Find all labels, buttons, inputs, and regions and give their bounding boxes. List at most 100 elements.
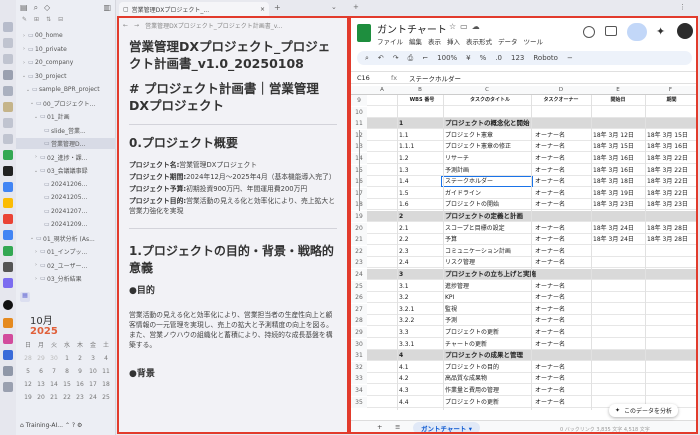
table-cell[interactable]: 18年 3月 12日 bbox=[593, 130, 644, 141]
table-cell[interactable]: オーナー名 bbox=[535, 304, 592, 315]
table-cell[interactable]: 3.2.2 bbox=[399, 315, 442, 326]
chevron-icon[interactable]: ⌄ bbox=[32, 168, 40, 174]
sidebar-item[interactable]: › ▭ 10_private bbox=[16, 44, 116, 55]
stack-icon[interactable] bbox=[3, 134, 13, 144]
table-cell[interactable]: 3.3 bbox=[399, 327, 442, 338]
calendar-day[interactable]: 8 bbox=[61, 366, 73, 377]
minus-icon[interactable]: − bbox=[567, 54, 573, 62]
calendar-day[interactable]: 13 bbox=[35, 379, 47, 390]
row-number[interactable]: 22 bbox=[351, 245, 367, 257]
calendar-day[interactable]: 14 bbox=[48, 379, 60, 390]
table-cell[interactable]: 2.2 bbox=[399, 234, 442, 245]
table-cell[interactable]: 高品質な成果物 bbox=[445, 373, 530, 384]
table-cell[interactable]: 1.6 bbox=[399, 199, 442, 210]
new-folder-icon[interactable]: ⊞ bbox=[34, 16, 39, 26]
table-cell[interactable] bbox=[593, 107, 644, 118]
new-note-icon[interactable]: ✎ bbox=[22, 16, 27, 26]
table-cell[interactable] bbox=[445, 107, 530, 118]
sidebar-item[interactable]: ▭ 20241206... bbox=[16, 179, 116, 190]
calendar-app-icon[interactable] bbox=[3, 246, 13, 256]
row-number[interactable]: 11 bbox=[351, 118, 367, 130]
drive-icon[interactable] bbox=[3, 182, 13, 192]
row-number[interactable]: 35 bbox=[351, 396, 367, 408]
table-cell[interactable]: プロジェクトの更新 bbox=[445, 397, 530, 408]
table-cell[interactable]: 18年 3月 18日 bbox=[593, 176, 644, 187]
decimal-icon[interactable]: .0 bbox=[495, 54, 502, 62]
table-cell[interactable]: 2.4 bbox=[399, 257, 442, 268]
table-cell[interactable]: 3.2.1 bbox=[399, 304, 442, 315]
table-cell[interactable]: オーナー名 bbox=[535, 281, 592, 292]
table-cell[interactable]: リサーチ bbox=[445, 153, 530, 164]
table-cell[interactable] bbox=[647, 304, 695, 315]
table-cell[interactable]: プロジェクトの更新 bbox=[445, 327, 530, 338]
table-cell[interactable]: 18年 3月 22日 bbox=[647, 188, 695, 199]
table-cell[interactable]: 18年 3月 28日 bbox=[647, 234, 695, 245]
ai-icon[interactable] bbox=[3, 278, 13, 288]
table-cell[interactable]: 18年 3月 16日 bbox=[593, 153, 644, 164]
table-cell[interactable]: 18年 3月 23日 bbox=[593, 199, 644, 210]
fact-line[interactable]: プロジェクト名:営業管理DXプロジェクト bbox=[119, 160, 347, 170]
table-cell[interactable]: 4.2 bbox=[399, 373, 442, 384]
flower-icon[interactable] bbox=[3, 334, 13, 344]
sidebar-item[interactable]: ⌄ ▭ 01_計画 bbox=[16, 111, 116, 122]
table-cell[interactable]: 予算 bbox=[445, 234, 530, 245]
heading-purpose[interactable]: 1.プロジェクトの目的・背景・戦略的意義 bbox=[119, 243, 347, 277]
sidebar-item[interactable]: ▭ 営業管理D... bbox=[16, 138, 116, 149]
paint-format-icon[interactable]: ⌐ bbox=[422, 54, 428, 62]
sidebar-item[interactable]: ▭ 20241209... bbox=[16, 219, 116, 230]
heading-goal[interactable]: ●目的 bbox=[119, 277, 347, 302]
table-cell[interactable]: 4.4 bbox=[399, 397, 442, 408]
table-cell[interactable] bbox=[647, 107, 695, 118]
table-cell[interactable] bbox=[647, 362, 695, 373]
sidebar-item[interactable]: › ▭ 02_ユーザー... bbox=[16, 260, 116, 271]
table-cell[interactable]: オーナー名 bbox=[535, 362, 592, 373]
table-cell[interactable]: チャートの更新 bbox=[445, 339, 530, 350]
row-number[interactable]: 19 bbox=[351, 211, 367, 222]
table-cell[interactable]: 18年 3月 16日 bbox=[593, 165, 644, 176]
table-header[interactable]: タスクオーナー bbox=[531, 95, 591, 106]
column-header[interactable]: D bbox=[531, 87, 591, 93]
table-cell[interactable]: 18年 3月 22日 bbox=[647, 165, 695, 176]
row-number[interactable]: 23 bbox=[351, 257, 367, 269]
table-cell[interactable]: オーナー名 bbox=[535, 165, 592, 176]
table-cell[interactable]: 監視 bbox=[445, 304, 530, 315]
table-cell[interactable]: オーナー名 bbox=[535, 199, 592, 210]
table-cell[interactable] bbox=[593, 339, 644, 350]
command-icon[interactable] bbox=[3, 70, 13, 80]
sidebar-item[interactable]: ▭ 20241205... bbox=[16, 192, 116, 203]
font-select[interactable]: Roboto bbox=[533, 54, 558, 62]
calendar-day[interactable]: 22 bbox=[61, 392, 73, 403]
table-cell[interactable]: 18年 3月 15日 bbox=[647, 130, 695, 141]
heading-overview[interactable]: 0.プロジェクト概要 bbox=[119, 135, 347, 152]
chevron-icon[interactable]: › bbox=[32, 262, 40, 268]
more-icon[interactable]: ⋮ bbox=[679, 3, 686, 11]
chevron-icon[interactable]: › bbox=[32, 276, 40, 282]
row-number[interactable]: 26 bbox=[351, 292, 367, 304]
table-cell[interactable] bbox=[593, 385, 644, 396]
fact-line[interactable]: プロジェクト期間:2024年12月〜2025年4月（基本機能導入完了） bbox=[119, 172, 347, 182]
table-cell[interactable]: 1.1 bbox=[399, 130, 442, 141]
calendar-day[interactable]: 4 bbox=[100, 353, 112, 364]
calendar-day[interactable]: 19 bbox=[22, 392, 34, 403]
table-cell[interactable]: 4.1 bbox=[399, 362, 442, 373]
sidebar-item[interactable]: ⌄ ▭ sample_BPR_project bbox=[16, 84, 116, 95]
table-cell[interactable]: 18年 3月 16日 bbox=[647, 141, 695, 152]
calendar-day[interactable]: 29 bbox=[35, 353, 47, 364]
table-cell[interactable] bbox=[647, 269, 695, 280]
add-tab-icon[interactable]: + bbox=[353, 3, 359, 11]
table-cell[interactable] bbox=[593, 304, 644, 315]
table-cell[interactable] bbox=[647, 315, 695, 326]
table-cell[interactable]: 18年 3月 23日 bbox=[647, 199, 695, 210]
table-cell[interactable]: オーナー名 bbox=[535, 397, 592, 408]
percent-icon[interactable]: % bbox=[480, 54, 487, 62]
drop-icon[interactable] bbox=[3, 318, 13, 328]
table-header[interactable]: WBS 番号 bbox=[399, 95, 445, 106]
table-cell[interactable]: 4.3 bbox=[399, 385, 442, 396]
add-sheet-icon[interactable]: + bbox=[377, 423, 382, 431]
share-icon[interactable] bbox=[627, 23, 647, 41]
chevron-icon[interactable]: › bbox=[20, 33, 28, 39]
table-cell[interactable]: コミュニケーション計画 bbox=[445, 246, 530, 257]
search-icon[interactable]: ⌕ bbox=[365, 54, 369, 63]
cloud-icon[interactable]: ☁ bbox=[472, 22, 484, 31]
help-icon[interactable] bbox=[3, 382, 13, 392]
